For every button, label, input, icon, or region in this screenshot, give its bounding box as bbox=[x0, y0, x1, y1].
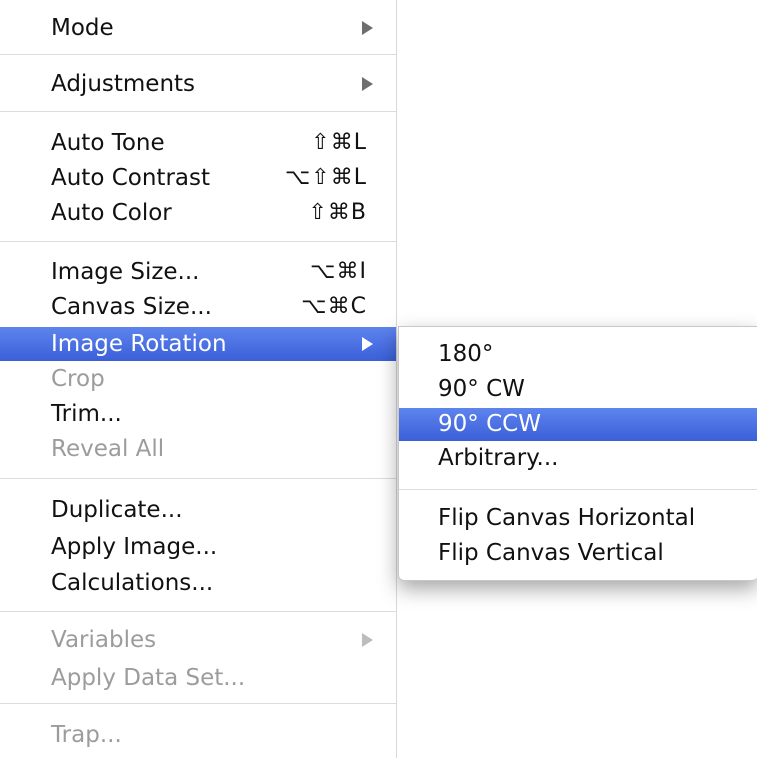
submenu-arrow-icon bbox=[362, 633, 373, 647]
image-menu-screenshot: Mode Adjustments Auto Tone ⇧⌘L Auto Cont… bbox=[0, 0, 757, 758]
submenu-arrow-icon bbox=[362, 77, 373, 91]
image-menu: Mode Adjustments Auto Tone ⇧⌘L Auto Cont… bbox=[0, 0, 397, 758]
menu-separator bbox=[0, 611, 396, 612]
menu-item-adjustments[interactable]: Adjustments bbox=[0, 67, 397, 101]
menu-separator bbox=[0, 478, 396, 479]
keyboard-shortcut: ⌥⇧⌘L bbox=[284, 165, 367, 190]
menu-item-trim[interactable]: Trim... bbox=[0, 397, 397, 431]
menu-item-label: Auto Color bbox=[51, 200, 172, 226]
submenu-arrow-icon bbox=[362, 337, 373, 351]
menu-item-image-rotation[interactable]: Image Rotation bbox=[0, 327, 396, 361]
menu-item-trap[interactable]: Trap... bbox=[0, 718, 397, 752]
menu-item-reveal-all[interactable]: Reveal All bbox=[0, 432, 397, 466]
menu-item-label: Trim... bbox=[51, 401, 122, 427]
menu-item-label: Variables bbox=[51, 627, 157, 653]
menu-item-auto-contrast[interactable]: Auto Contrast ⌥⇧⌘L bbox=[0, 161, 397, 195]
menu-item-label: Image Size... bbox=[51, 259, 200, 285]
menu-item-label: Apply Image... bbox=[51, 534, 218, 560]
submenu-item-label: 90° CCW bbox=[438, 411, 541, 437]
menu-item-mode[interactable]: Mode bbox=[0, 11, 397, 45]
submenu-arrow-icon bbox=[362, 21, 373, 35]
menu-item-label: Duplicate... bbox=[51, 497, 183, 523]
menu-separator bbox=[0, 54, 396, 55]
submenu-separator bbox=[399, 489, 757, 490]
menu-item-label: Auto Tone bbox=[51, 130, 165, 156]
submenu-item-90-ccw[interactable]: 90° CCW bbox=[399, 408, 757, 441]
menu-item-canvas-size[interactable]: Canvas Size... ⌥⌘C bbox=[0, 290, 397, 324]
menu-item-image-size[interactable]: Image Size... ⌥⌘I bbox=[0, 255, 397, 289]
menu-item-label: Canvas Size... bbox=[51, 294, 212, 320]
menu-item-crop[interactable]: Crop bbox=[0, 362, 397, 396]
submenu-item-label: 90° CW bbox=[438, 376, 525, 402]
submenu-item-90-cw[interactable]: 90° CW bbox=[399, 373, 757, 406]
keyboard-shortcut: ⌥⌘C bbox=[301, 294, 367, 319]
menu-item-label: Adjustments bbox=[51, 71, 196, 97]
menu-item-label: Reveal All bbox=[51, 436, 165, 462]
submenu-item-label: Flip Canvas Horizontal bbox=[438, 505, 696, 531]
submenu-item-label: 180° bbox=[438, 341, 494, 367]
menu-separator bbox=[0, 703, 396, 704]
submenu-item-label: Flip Canvas Vertical bbox=[438, 540, 664, 566]
submenu-item-arbitrary[interactable]: Arbitrary... bbox=[399, 442, 757, 475]
submenu-item-flip-horizontal[interactable]: Flip Canvas Horizontal bbox=[399, 502, 757, 535]
menu-item-auto-tone[interactable]: Auto Tone ⇧⌘L bbox=[0, 126, 397, 160]
keyboard-shortcut: ⇧⌘L bbox=[311, 130, 367, 155]
image-rotation-submenu: 180° 90° CW 90° CCW Arbitrary... Flip Ca… bbox=[398, 326, 757, 581]
menu-separator bbox=[0, 111, 396, 112]
menu-item-label: Image Rotation bbox=[51, 331, 227, 357]
menu-item-duplicate[interactable]: Duplicate... bbox=[0, 493, 397, 527]
submenu-item-180[interactable]: 180° bbox=[399, 338, 757, 371]
menu-item-label: Apply Data Set... bbox=[51, 665, 246, 691]
submenu-item-flip-vertical[interactable]: Flip Canvas Vertical bbox=[399, 537, 757, 570]
menu-item-apply-data-set[interactable]: Apply Data Set... bbox=[0, 661, 397, 695]
menu-item-label: Auto Contrast bbox=[51, 165, 210, 191]
keyboard-shortcut: ⇧⌘B bbox=[308, 200, 367, 225]
menu-item-label: Trap... bbox=[51, 722, 122, 748]
menu-item-label: Mode bbox=[51, 15, 114, 41]
menu-item-label: Calculations... bbox=[51, 570, 214, 596]
menu-item-auto-color[interactable]: Auto Color ⇧⌘B bbox=[0, 196, 397, 230]
menu-item-variables[interactable]: Variables bbox=[0, 623, 397, 657]
menu-item-calculations[interactable]: Calculations... bbox=[0, 566, 397, 600]
menu-item-label: Crop bbox=[51, 366, 105, 392]
menu-separator bbox=[0, 241, 396, 242]
menu-item-apply-image[interactable]: Apply Image... bbox=[0, 530, 397, 564]
submenu-item-label: Arbitrary... bbox=[438, 445, 559, 471]
keyboard-shortcut: ⌥⌘I bbox=[310, 259, 367, 284]
